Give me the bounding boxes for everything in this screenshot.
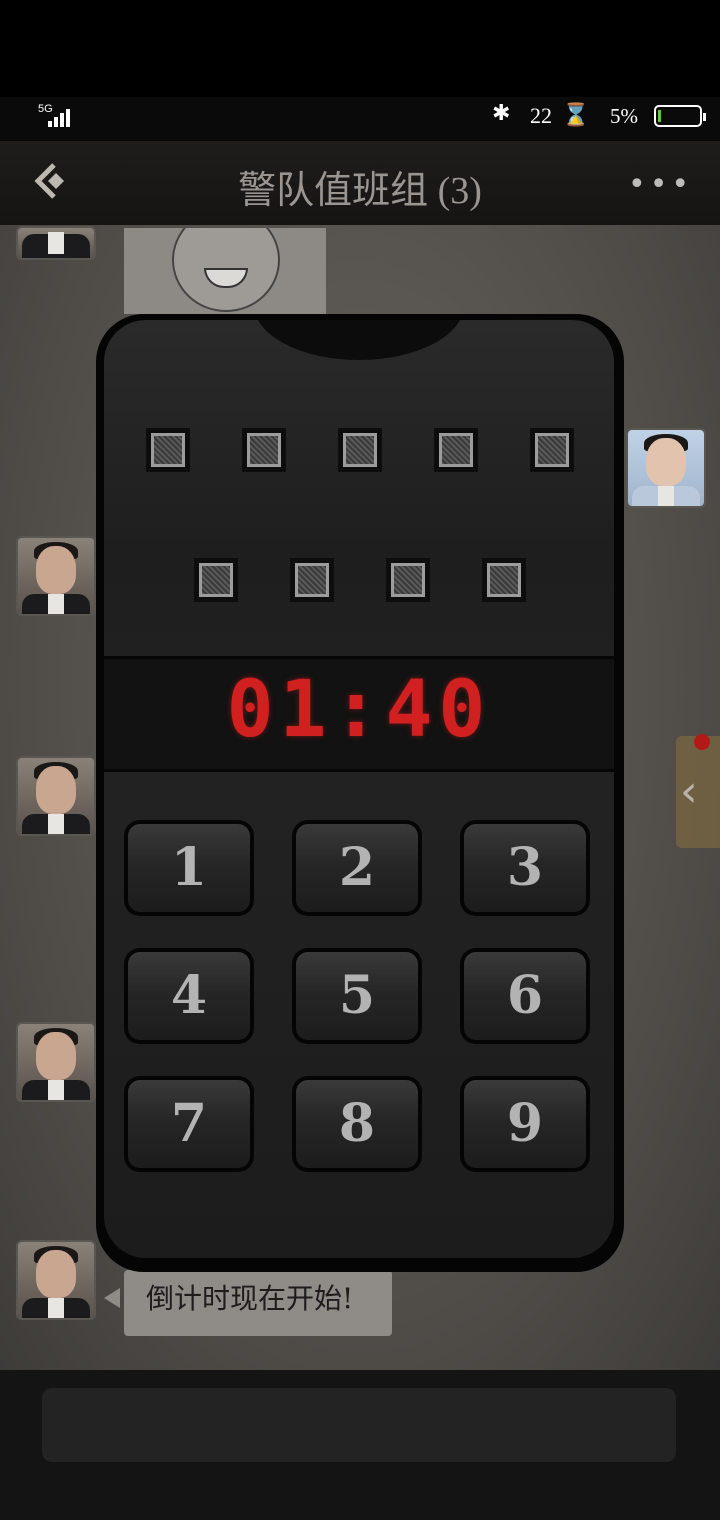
key-label: 4 [128, 952, 250, 1040]
signal-icon [46, 107, 76, 127]
code-slot [242, 428, 286, 472]
key-label: 5 [296, 952, 418, 1040]
code-slot [482, 558, 526, 602]
message-bubble[interactable]: 倒计时现在开始! [124, 1270, 392, 1336]
bubble-tail [104, 1288, 120, 1308]
bottom-bar [0, 1370, 720, 1520]
keypad-device: 01:40 1 2 3 4 5 6 7 8 9 [96, 314, 624, 1272]
battery-icon [654, 105, 706, 127]
key-label: 9 [464, 1080, 586, 1168]
key-3[interactable]: 3 [460, 820, 590, 916]
code-slot [386, 558, 430, 602]
side-tab[interactable]: ‹ [676, 736, 720, 848]
avatar[interactable] [18, 1024, 94, 1100]
avatar[interactable] [18, 758, 94, 834]
code-slot [434, 428, 478, 472]
chat-header: 警队值班组 (3) ••• [0, 141, 720, 225]
back-icon[interactable] [30, 159, 74, 203]
key-2[interactable]: 2 [292, 820, 422, 916]
timer-display: 01:40 [104, 656, 614, 772]
key-8[interactable]: 8 [292, 1076, 422, 1172]
key-6[interactable]: 6 [460, 948, 590, 1044]
avatar[interactable] [18, 538, 94, 614]
code-slot [290, 558, 334, 602]
more-icon[interactable]: ••• [628, 167, 693, 202]
key-label: 6 [464, 952, 586, 1040]
chevron-left-icon: ‹ [680, 766, 698, 817]
key-label: 2 [296, 824, 418, 912]
battery-percent: 5% [610, 104, 638, 128]
avatar[interactable] [18, 228, 94, 258]
key-1[interactable]: 1 [124, 820, 254, 916]
key-label: 8 [296, 1080, 418, 1168]
bluetooth-icon: ✱ [492, 101, 511, 126]
countdown-timer: 01:40 [226, 665, 492, 755]
avatar[interactable] [628, 430, 704, 506]
key-9[interactable]: 9 [460, 1076, 590, 1172]
key-label: 7 [128, 1080, 250, 1168]
code-slot [146, 428, 190, 472]
key-4[interactable]: 4 [124, 948, 254, 1044]
code-slot [530, 428, 574, 472]
notification-dot [694, 734, 710, 750]
key-label: 1 [128, 824, 250, 912]
key-7[interactable]: 7 [124, 1076, 254, 1172]
message-input[interactable] [42, 1388, 676, 1462]
hourglass-icon: ⌛ [562, 103, 590, 128]
meme-image[interactable] [124, 228, 326, 314]
key-label: 3 [464, 824, 586, 912]
keypad-panel: 01:40 1 2 3 4 5 6 7 8 9 [104, 320, 614, 1258]
code-slot [338, 428, 382, 472]
key-5[interactable]: 5 [292, 948, 422, 1044]
device-notch [254, 320, 464, 360]
avatar[interactable] [18, 1242, 94, 1318]
status-time: 22 [530, 103, 552, 128]
page-title: 警队值班组 (3) [238, 170, 482, 212]
status-bar: 5G ✱ 22 ⌛ 5% [0, 97, 720, 141]
code-slot [194, 558, 238, 602]
